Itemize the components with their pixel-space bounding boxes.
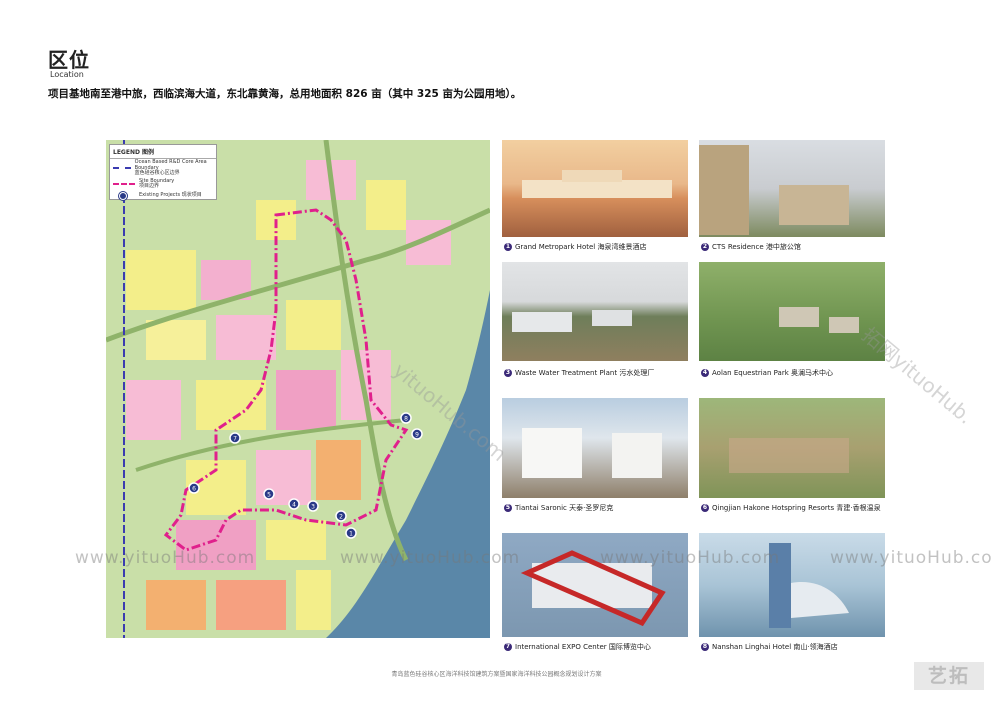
caption-number: 6 (701, 504, 709, 512)
caption-name-en: Waste Water Treatment Plant (515, 369, 618, 377)
caption-name-en: Tiantai Saronic (515, 504, 567, 512)
watermark: www.yituoHub.com (75, 548, 256, 568)
legend-label-cn: 项目边界 (139, 183, 160, 189)
caption-number: 7 (504, 643, 512, 651)
caption-8: 8 Nanshan Linghai Hotel 南山·领海酒店 (701, 642, 838, 652)
caption-number: 8 (701, 643, 709, 651)
core-boundary-swatch (113, 167, 131, 170)
legend-label-cn: 蓝色硅谷核心区边界 (134, 170, 180, 176)
caption-5: 5 Tiantai Saronic 天泰·圣罗尼克 (504, 503, 613, 513)
project-marker-label: 8 (404, 416, 408, 423)
site-boundary-swatch (113, 183, 135, 185)
land-block (216, 315, 276, 360)
project-marker-label: 1 (349, 531, 353, 538)
project-marker-label: 6 (192, 486, 196, 493)
caption-name-en: Aolan Equestrian Park (712, 369, 789, 377)
map-legend: LEGEND 图例 Ocean Based R&D Core Area Boun… (109, 144, 217, 200)
caption-name-en: Nanshan Linghai Hotel (712, 643, 792, 651)
photo-qingjian-hakone (699, 398, 885, 498)
watermark: www.yituoHub.com (600, 548, 781, 568)
caption-name-cn: 青建·香根温泉 (836, 504, 881, 512)
legend-item-core-boundary: Ocean Based R&D Core Area Boundary 蓝色硅谷核… (110, 159, 216, 178)
land-block (196, 380, 266, 430)
caption-name-cn: 海泉湾维景酒店 (597, 243, 647, 251)
caption-name-cn: 奥澜马术中心 (790, 369, 833, 377)
caption-2: 2 CTS Residence 港中旅公馆 (701, 242, 801, 252)
legend-item-existing-projects: Existing Projects 现状项目 (110, 191, 216, 201)
legend-label-cn: 现状项目 (181, 191, 202, 198)
page-title: 区位 (48, 48, 90, 72)
watermark: www.yituoHub.com (340, 548, 521, 568)
caption-name-en: CTS Residence (712, 243, 764, 251)
caption-number: 2 (701, 243, 709, 251)
caption-name-cn: 港中旅公馆 (765, 243, 801, 251)
project-marker-label: 2 (339, 514, 343, 521)
caption-name-en: Qingjian Hakone Hotspring Resorts (712, 504, 835, 512)
page-description: 项目基地南至港中旅，西临滨海大道，东北靠黄海，总用地面积 826 亩（其中 32… (48, 88, 522, 100)
caption-name-cn: 天泰·圣罗尼克 (569, 504, 614, 512)
caption-4: 4 Aolan Equestrian Park 奥澜马术中心 (701, 368, 833, 378)
project-marker-label: 3 (311, 504, 315, 511)
photo-tiantai-saronic (502, 398, 688, 498)
land-block (146, 320, 206, 360)
land-block (366, 180, 406, 230)
caption-7: 7 International EXPO Center 国际博览中心 (504, 642, 651, 652)
land-block (296, 570, 331, 630)
land-block (126, 380, 181, 440)
caption-1: 1 Grand Metropark Hotel 海泉湾维景酒店 (504, 242, 646, 252)
footer-text: 青岛蓝色硅谷核心区海洋科技馆建筑方案暨国家海洋科技公园概念规划设计方案 (391, 671, 602, 678)
footer-logo: 艺拓 (914, 662, 984, 690)
land-block (316, 440, 361, 500)
caption-name-en: International EXPO Center (515, 643, 607, 651)
caption-number: 4 (701, 369, 709, 377)
caption-number: 5 (504, 504, 512, 512)
photo-cts-residence (699, 140, 885, 237)
land-block (286, 300, 341, 350)
legend-label-en: Existing Projects (139, 191, 181, 198)
caption-3: 3 Waste Water Treatment Plant 污水处理厂 (504, 368, 654, 378)
legend-title: LEGEND 图例 (110, 145, 216, 159)
photo-waste-water-plant (502, 262, 688, 361)
project-marker-label: 7 (233, 436, 237, 443)
project-marker-label: 5 (267, 492, 271, 499)
caption-name-cn: 国际博览中心 (608, 643, 651, 651)
project-marker-label: 4 (292, 502, 296, 509)
project-marker-label: 9 (415, 432, 419, 439)
caption-number: 1 (504, 243, 512, 251)
photo-aolan-equestrian-park (699, 262, 885, 361)
land-block (146, 580, 206, 630)
caption-6: 6 Qingjian Hakone Hotspring Resorts 青建·香… (701, 503, 881, 513)
photo-grand-metropark-hotel (502, 140, 688, 237)
caption-name-en: Grand Metropark Hotel (515, 243, 596, 251)
land-block (216, 580, 286, 630)
land-block (276, 370, 336, 430)
caption-number: 3 (504, 369, 512, 377)
land-block (266, 520, 326, 560)
caption-name-cn: 南山·领海酒店 (793, 643, 838, 651)
land-block (126, 250, 196, 310)
page-subtitle: Location (50, 70, 84, 79)
legend-item-site-boundary: Site Boundary 项目边界 (110, 178, 216, 191)
watermark: www.yituoHub.com (830, 548, 993, 568)
existing-project-swatch (119, 191, 127, 200)
caption-name-cn: 污水处理厂 (619, 369, 655, 377)
